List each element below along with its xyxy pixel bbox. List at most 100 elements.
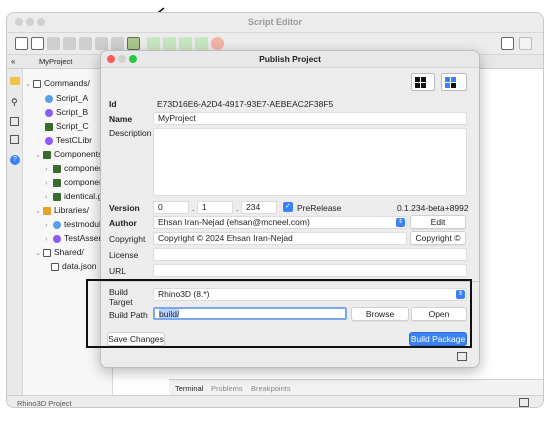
grasshopper-icon: [45, 122, 53, 131]
tab-breakpoints[interactable]: Breakpoints: [251, 384, 291, 393]
tree-comp2[interactable]: › componer: [45, 176, 102, 189]
search-icon[interactable]: ⚲: [11, 97, 18, 108]
terminal-toggle-icon[interactable]: [457, 352, 467, 361]
new-file-icon[interactable]: [15, 37, 28, 50]
tree-identical[interactable]: › identical.g: [45, 190, 102, 203]
terminal-toggle-icon[interactable]: [519, 398, 529, 407]
author-label: Author: [109, 218, 137, 228]
license-field[interactable]: [153, 248, 467, 261]
step-over-icon[interactable]: [163, 37, 176, 50]
chevron-right-icon: ›: [45, 166, 48, 173]
version-patch-field[interactable]: 234: [241, 201, 277, 214]
project-tab[interactable]: MyProject: [39, 57, 72, 66]
version-major-field[interactable]: 0: [153, 201, 189, 214]
grid-cell-icon: [451, 83, 456, 88]
python-icon: [53, 220, 61, 229]
edit-author-button[interactable]: Edit: [410, 215, 466, 229]
component-icon: [53, 192, 61, 201]
copyright-symbol-button[interactable]: Copyright ©: [410, 231, 466, 245]
copyright-field[interactable]: Copyright © 2024 Ehsan Iran-Nejad: [153, 232, 407, 245]
name-field[interactable]: MyProject: [153, 112, 467, 125]
url-field[interactable]: [153, 264, 467, 277]
id-value: E73D16E6-A2D4-4917-93E7-AEBEAC2F38F5: [157, 99, 334, 109]
notes-icon[interactable]: [10, 135, 19, 144]
tree-components[interactable]: ⌄ Components: [35, 148, 102, 161]
collapse-icon[interactable]: «: [11, 57, 15, 66]
tree-libraries[interactable]: ⌄ Libraries/: [35, 204, 89, 217]
name-label: Name: [109, 114, 133, 124]
grid-cell-icon: [415, 77, 420, 82]
dialog-title: Publish Project: [259, 54, 321, 64]
layout-grid-icon[interactable]: [411, 73, 435, 91]
explorer-icon[interactable]: [10, 77, 20, 85]
tree-label: testmodul: [64, 219, 101, 229]
tree-label: componer: [64, 163, 102, 173]
tree-testmodule[interactable]: › testmodul: [45, 218, 101, 231]
step-out-icon[interactable]: [195, 37, 208, 50]
save-icon[interactable]: [47, 37, 60, 50]
tree-label: Script_A: [56, 93, 89, 103]
csharp-icon: [53, 234, 61, 243]
tree-testassem[interactable]: › TestAssem: [45, 232, 106, 245]
tab-problems[interactable]: Problems: [211, 384, 243, 393]
tree-commands[interactable]: ⌄ Commands/: [25, 77, 90, 90]
tree-script-c[interactable]: Script_C: [45, 120, 89, 133]
version-sep: .: [192, 203, 195, 213]
tree-script-a[interactable]: Script_A: [45, 92, 88, 105]
open-folder-icon[interactable]: [31, 37, 44, 50]
component-icon: [53, 178, 61, 187]
window-title: Script Editor: [247, 17, 302, 27]
stop-icon[interactable]: [211, 37, 224, 50]
tree-label: Libraries/: [54, 205, 89, 215]
chevron-updown-icon[interactable]: ⇕: [396, 218, 405, 227]
help-icon[interactable]: ?: [10, 155, 20, 165]
url-label: URL: [109, 266, 127, 276]
grid-cell-icon: [421, 83, 426, 88]
tree-script-b[interactable]: Script_B: [45, 106, 88, 119]
save-all-icon[interactable]: [63, 37, 76, 50]
prerelease-checkbox[interactable]: ✓: [283, 202, 293, 212]
version-label: Version: [109, 203, 140, 213]
version-minor-field[interactable]: 1: [197, 201, 233, 214]
csharp-icon: [45, 108, 53, 117]
tree-shared[interactable]: ⌄ Shared/: [35, 246, 84, 259]
author-value: Ehsan Iran-Nejad (ehsan@mcneel.com): [158, 217, 310, 227]
grid-cell-icon: [451, 77, 456, 82]
layout-icon[interactable]: [501, 37, 514, 50]
chevron-down-icon: ⌄: [35, 208, 41, 215]
author-select[interactable]: Ehsan Iran-Nejad (ehsan@mcneel.com): [153, 216, 407, 229]
chevron-right-icon: ›: [45, 236, 48, 243]
tree-datajson[interactable]: data.json: [51, 260, 97, 273]
prerelease-label: PreRelease: [297, 203, 342, 213]
bottom-panel-tabs: Terminal Problems Breakpoints: [169, 379, 543, 395]
id-label: Id: [109, 99, 117, 109]
chevron-right-icon: ›: [45, 180, 48, 187]
grid-cell-icon: [421, 77, 426, 82]
version-string: 0.1.234-beta+8992: [397, 203, 469, 213]
panel-icon[interactable]: [519, 37, 532, 50]
window-titlebar: Script Editor: [7, 13, 543, 33]
folder-icon: [43, 248, 51, 257]
status-text: Rhino3D Project: [17, 399, 72, 408]
step-in-icon[interactable]: [179, 37, 192, 50]
publish-icon[interactable]: [127, 37, 140, 50]
tree-label: data.json: [62, 261, 97, 271]
license-label: License: [109, 250, 139, 260]
chevron-down-icon: ⌄: [35, 152, 41, 159]
tab-terminal[interactable]: Terminal: [175, 384, 203, 393]
tree-label: Shared/: [54, 247, 84, 257]
chevron-right-icon: ›: [45, 222, 48, 229]
layout-grid-color-icon[interactable]: [441, 73, 467, 91]
description-field[interactable]: [153, 128, 467, 196]
grid-cell-icon: [445, 83, 450, 88]
settings-icon[interactable]: [79, 37, 92, 50]
file-icon: [51, 262, 59, 271]
status-bar: Rhino3D Project: [7, 395, 543, 408]
packages-icon[interactable]: [10, 117, 19, 126]
grid-cell-icon: [445, 77, 450, 82]
run-icon[interactable]: [147, 37, 160, 50]
edit-icon[interactable]: [111, 37, 124, 50]
tree-comp1[interactable]: › componer: [45, 162, 102, 175]
tree-testclib[interactable]: TestCLibr: [45, 134, 92, 147]
history-icon[interactable]: [95, 37, 108, 50]
